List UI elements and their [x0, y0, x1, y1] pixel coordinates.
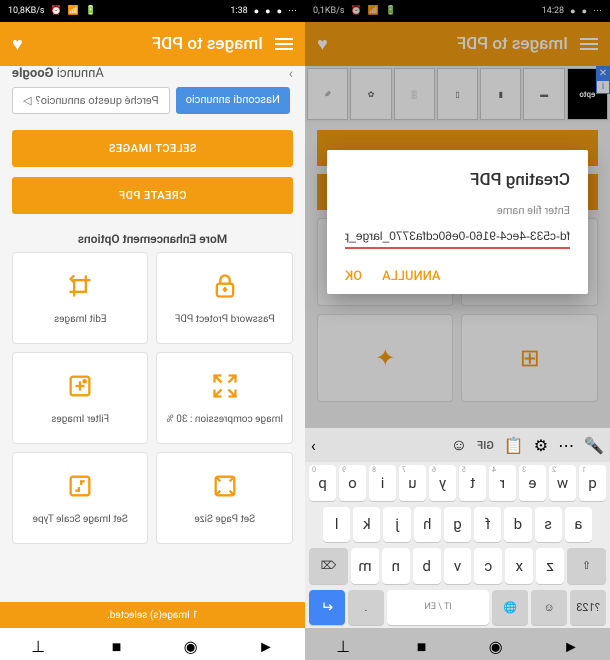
key-r[interactable]: 4r [489, 465, 516, 501]
key-w[interactable]: 2w [549, 465, 576, 501]
clipboard-icon[interactable]: 📋 [504, 436, 524, 455]
app-title: Images to PDF [35, 34, 263, 54]
key-n[interactable]: n [382, 548, 410, 584]
google-ad-banner: › Annunci Google Nascondi annuncio Perch… [0, 66, 305, 122]
crop-rotate-icon [66, 272, 94, 304]
create-pdf-dialog: Creating PDF Enter file name ANNULLA OK [327, 150, 588, 294]
key-t[interactable]: 5t [459, 465, 486, 501]
clock: 1:38 [230, 6, 247, 16]
key-h[interactable]: h [414, 507, 441, 543]
hide-ad-button[interactable]: Nascondi annuncio [176, 87, 290, 114]
gif-button[interactable]: GIF [477, 439, 494, 452]
adchoices-icon: ▷ [23, 94, 31, 107]
sparkle-icon [66, 372, 94, 404]
filename-input[interactable] [345, 225, 570, 249]
globe-key[interactable]: 🌐 [492, 590, 528, 626]
card-edit-images[interactable]: Edit Images [12, 252, 149, 344]
nav-back-icon[interactable]: ◄ [260, 637, 274, 651]
key-a[interactable]: a [565, 507, 592, 543]
mic-icon[interactable]: 🎤 [584, 436, 604, 455]
nav-home-icon[interactable]: ◉ [184, 637, 198, 651]
symbols-key[interactable]: ?123 [570, 590, 606, 626]
lock-plus-icon [211, 272, 239, 304]
gear-icon[interactable]: ⚙ [534, 436, 548, 455]
emoji-key[interactable]: ☺ [531, 590, 567, 626]
dialog-hint: Enter file name [345, 204, 570, 217]
key-row: asdfghjkl [305, 504, 610, 546]
cancel-button[interactable]: ANNULLA [382, 269, 440, 284]
nav-access-icon[interactable]: ⊥ [31, 637, 45, 651]
card-label: Set Page Size [190, 514, 259, 525]
card-label: Image compression : 30 % [162, 414, 287, 425]
key-e[interactable]: 3e [519, 465, 546, 501]
key-z[interactable]: z [536, 548, 564, 584]
section-title: More Enhancement Options [0, 222, 305, 252]
phone-right: 10,8KB/s⏰📶🔋 1:38●●●⋯ Images to PDF ♥ › A… [0, 0, 305, 660]
period-key[interactable]: . [348, 590, 384, 626]
backspace-key[interactable]: ⌫ [309, 548, 348, 584]
selection-footer: 1 Image(s) selected. [0, 602, 305, 628]
ads-label: Annunci Google [12, 66, 104, 81]
card-label: Filter Images [47, 414, 113, 425]
card-label: Set Image Scale Type [29, 514, 132, 525]
card-compression[interactable]: Image compression : 30 % [157, 352, 294, 444]
chevron-right-icon[interactable]: › [289, 66, 293, 82]
nav-recent-icon[interactable]: ■ [107, 637, 121, 651]
options-grid: Password Protect PDF Edit Images Image c… [0, 252, 305, 544]
card-page-size[interactable]: Set Page Size [157, 452, 294, 544]
key-q[interactable]: 1q [579, 465, 606, 501]
statusbar-right: 10,8KB/s⏰📶🔋 1:38●●●⋯ [0, 0, 305, 22]
net-speed: 10,8KB/s [8, 6, 45, 16]
main-buttons: SELECT IMAGES CREATE PDF [0, 122, 305, 222]
keyboard[interactable]: 🎤 ⋯ ⚙ 📋 GIF ☺ › 1q2w3e4r5t6y7u8i9o0p asd… [305, 428, 610, 628]
card-filter-images[interactable]: Filter Images [12, 352, 149, 444]
keyboard-toolbar: 🎤 ⋯ ⚙ 📋 GIF ☺ › [305, 428, 610, 462]
create-pdf-button[interactable]: CREATE PDF [12, 177, 293, 214]
enter-key[interactable]: ↵ [309, 590, 345, 626]
key-o[interactable]: 9o [339, 465, 366, 501]
android-navbar: ◄ ◉ ■ ⊥ [0, 628, 305, 660]
key-y[interactable]: 6y [429, 465, 456, 501]
page-size-icon [211, 472, 239, 504]
key-row: ?123 ☺ 🌐 IT / EN . ↵ [305, 587, 610, 629]
menu-icon[interactable] [275, 38, 293, 50]
key-b[interactable]: b [413, 548, 441, 584]
compress-icon [211, 372, 239, 404]
key-row: 1q2w3e4r5t6y7u8i9o0p [305, 462, 610, 504]
key-i[interactable]: 8i [369, 465, 396, 501]
card-password-protect[interactable]: Password Protect PDF [157, 252, 294, 344]
ok-button[interactable]: OK [345, 269, 362, 284]
scale-icon [66, 472, 94, 504]
why-ad-button[interactable]: Perché questo annuncio?▷ [12, 87, 170, 114]
key-k[interactable]: k [353, 507, 380, 543]
key-s[interactable]: s [535, 507, 562, 543]
sticker-icon[interactable]: ☺ [451, 435, 467, 455]
key-f[interactable]: f [474, 507, 501, 543]
key-u[interactable]: 7u [399, 465, 426, 501]
key-d[interactable]: d [504, 507, 531, 543]
dialog-title: Creating PDF [345, 170, 570, 190]
chevron-right-icon[interactable]: › [311, 436, 316, 455]
appbar-right: Images to PDF ♥ [0, 22, 305, 66]
key-p[interactable]: 0p [309, 465, 336, 501]
card-label: Password Protect PDF [171, 314, 279, 325]
key-g[interactable]: g [444, 507, 471, 543]
key-row: ⇧ zxcvbnm⌫ [305, 545, 610, 587]
key-c[interactable]: c [474, 548, 502, 584]
space-key[interactable]: IT / EN [387, 590, 490, 626]
card-scale-type[interactable]: Set Image Scale Type [12, 452, 149, 544]
key-j[interactable]: j [383, 507, 410, 543]
favorite-icon[interactable]: ♥ [12, 34, 23, 55]
select-images-button[interactable]: SELECT IMAGES [12, 130, 293, 167]
shift-key[interactable]: ⇧ [567, 548, 606, 584]
key-v[interactable]: v [444, 548, 472, 584]
phone-left: 0,1KB/s⏰📶🔋 14:28●●⋯ Images to PDF ♥ ✕ i … [305, 0, 610, 660]
key-x[interactable]: x [505, 548, 533, 584]
card-label: Edit Images [50, 314, 110, 325]
key-l[interactable]: l [323, 507, 350, 543]
more-icon[interactable]: ⋯ [558, 436, 574, 455]
key-m[interactable]: m [351, 548, 379, 584]
